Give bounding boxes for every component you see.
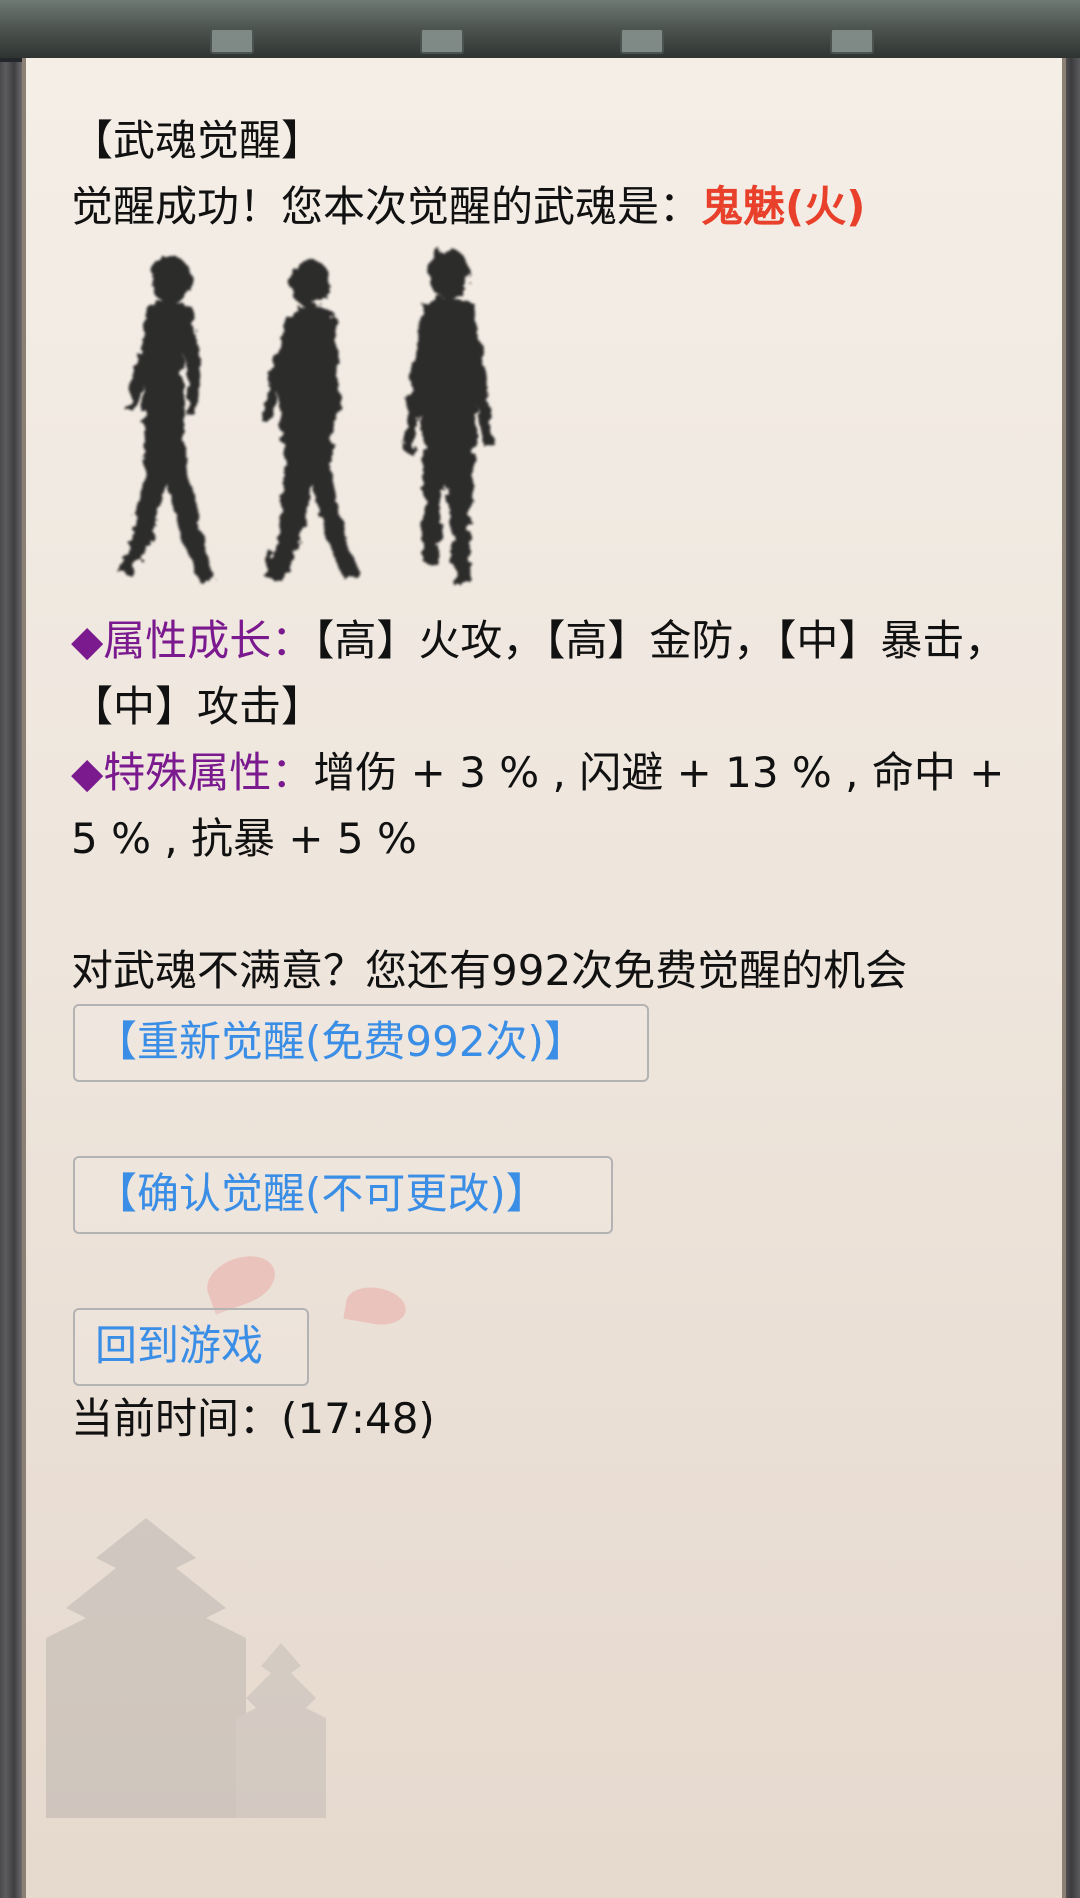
soul-name: 鬼魅(火) [701, 182, 866, 231]
shadow-silhouettes-icon [115, 249, 495, 586]
reawaken-prompt: 对武魂不满意？您还有992次免费觉醒的机会 [71, 946, 908, 995]
frame-stud [210, 28, 254, 54]
special-attributes: ◆特殊属性：增伤 + 3 % , 闪避 + 13 % , 命中 + 5 % , … [71, 740, 1041, 872]
confirm-awaken-button[interactable]: 【确认觉醒(不可更改)】 [73, 1156, 613, 1234]
frame-stud [620, 28, 664, 54]
back-to-game-button[interactable]: 回到游戏 [73, 1308, 309, 1386]
page-title: 【武魂觉醒】 [71, 116, 324, 165]
back-row: 回到游戏 [71, 1308, 1041, 1386]
awaken-result: 觉醒成功！您本次觉醒的武魂是：鬼魅(火) [71, 174, 1041, 240]
special-label: ◆特殊属性： [71, 748, 314, 797]
top-border-bar [0, 0, 1080, 62]
pagoda-watermark-icon [46, 1518, 326, 1818]
soul-image [71, 244, 531, 604]
reawaken-button[interactable]: 【重新觉醒(免费992次)】 [73, 1004, 649, 1082]
growth-attributes: ◆属性成长：【高】火攻，【高】金防，【中】暴击，【中】攻击】 [71, 608, 1041, 740]
current-time: 当前时间：(17:48) [71, 1394, 435, 1443]
frame-stud [830, 28, 874, 54]
main-content: 【武魂觉醒】 觉醒成功！您本次觉醒的武魂是：鬼魅(火) ◆属性成长：【高】火攻，… [71, 108, 1041, 1452]
growth-label: ◆属性成长： [71, 616, 314, 665]
reawaken-row: 【重新觉醒(免费992次)】 [71, 1004, 1041, 1082]
frame-stud [420, 28, 464, 54]
result-prefix: 觉醒成功！您本次觉醒的武魂是： [71, 182, 702, 231]
confirm-row: 【确认觉醒(不可更改)】 [71, 1156, 1041, 1234]
scroll-panel: 【武魂觉醒】 觉醒成功！您本次觉醒的武魂是：鬼魅(火) ◆属性成长：【高】火攻，… [22, 58, 1066, 1898]
